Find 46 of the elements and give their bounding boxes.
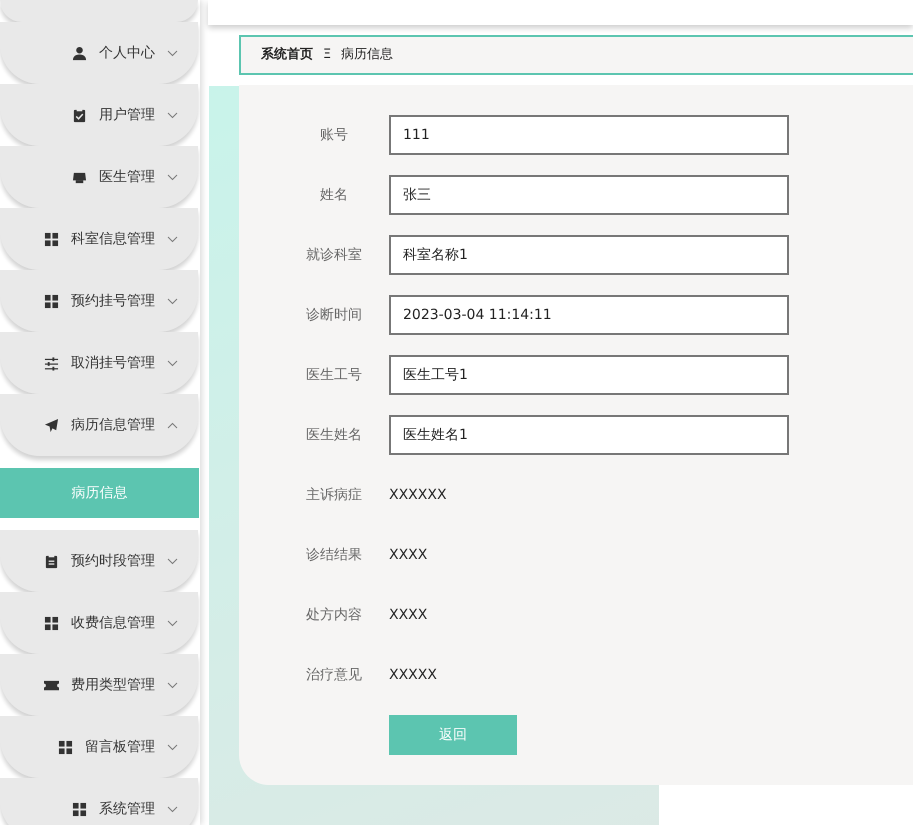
breadcrumb-item[interactable]: 系统首页 xyxy=(261,45,313,65)
breadcrumb-item: 病历信息 xyxy=(341,46,394,64)
field-label: 医生工号 xyxy=(305,366,363,384)
field-label: 姓名 xyxy=(319,186,349,204)
field-label: 治疗意见 xyxy=(305,666,363,684)
sidebar-item[interactable]: 病历信息管理 xyxy=(0,394,198,456)
sidebar-item[interactable]: 费用类型管理 xyxy=(0,654,198,716)
grid-icon xyxy=(44,232,59,246)
sidebar-item[interactable]: 科室信息管理 xyxy=(0,208,198,270)
field-value: XXXX xyxy=(389,546,428,564)
sidebar-item[interactable]: 取消挂号管理 xyxy=(0,332,198,394)
field-value: XXXXX xyxy=(389,666,437,684)
grid-icon xyxy=(44,294,59,308)
field-label: 医生姓名 xyxy=(305,426,363,444)
field-label: 就诊科室 xyxy=(305,246,363,264)
input-field[interactable]: 111 xyxy=(389,115,789,155)
sidebar-item[interactable] xyxy=(0,0,198,22)
field-value: XXXXXX xyxy=(389,486,447,504)
sidebar-item[interactable]: 医生管理 xyxy=(0,146,198,208)
clipboard-icon xyxy=(44,554,59,568)
field-value: XXXX xyxy=(389,606,428,624)
sidebar-item[interactable]: 收费信息管理 xyxy=(0,592,198,654)
field-label: 主诉病症 xyxy=(305,486,363,504)
field-label: 账号 xyxy=(319,126,349,144)
sidebar-item[interactable]: 系统管理 xyxy=(0,778,198,825)
input-field[interactable]: 医生工号1 xyxy=(389,355,789,395)
sidebar-item[interactable]: 用户管理 xyxy=(0,84,198,146)
input-field[interactable]: 科室名称1 xyxy=(389,235,789,275)
sidebar-item[interactable]: 个人中心 xyxy=(0,22,198,84)
grid-icon xyxy=(58,740,73,754)
sidebar-item[interactable]: 预约挂号管理 xyxy=(0,270,198,332)
sliders-icon xyxy=(44,356,59,370)
grid-icon xyxy=(44,616,59,630)
field-label: 诊断时间 xyxy=(305,306,363,324)
paper-plane-icon xyxy=(44,418,59,432)
sidebar-item[interactable]: 预约时段管理 xyxy=(0,530,198,592)
field-label: 处方内容 xyxy=(305,606,363,624)
input-field[interactable]: 2023-03-04 11:14:11 xyxy=(389,295,789,335)
grid-icon xyxy=(72,802,87,816)
breadcrumb-separator: Ξ xyxy=(323,46,332,64)
field-label: 诊结结果 xyxy=(305,546,363,564)
person-icon xyxy=(72,46,87,60)
clipboard-check-icon xyxy=(72,108,87,122)
input-field[interactable]: 医生姓名1 xyxy=(389,415,789,455)
sidebar-item[interactable]: 留言板管理 xyxy=(0,716,198,778)
input-field[interactable]: 张三 xyxy=(389,175,789,215)
